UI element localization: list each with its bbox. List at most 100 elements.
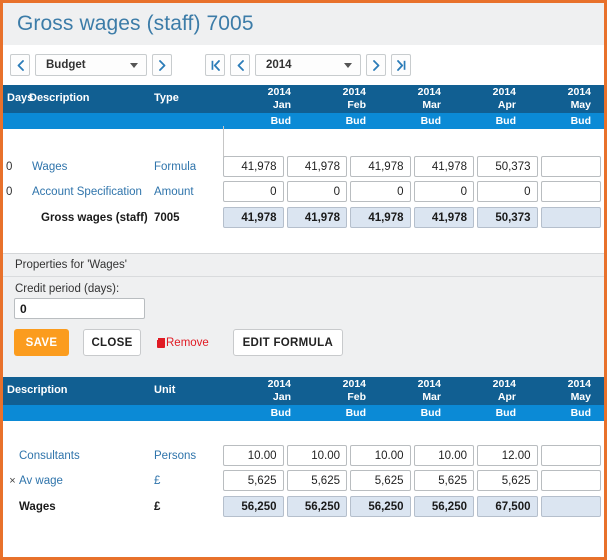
cell-input-0-4[interactable]: 12.00 [477, 445, 538, 466]
panel-gap [3, 363, 604, 377]
table-row: 0 Account Specification Amount 0 0 0 0 0 [3, 179, 604, 204]
formula-grid-header: Description Unit 2014 Jan 2014 Feb 2014 … [3, 377, 604, 405]
table-row-total: Gross wages (staff) 7005 41,978 41,978 4… [3, 204, 604, 231]
chevron-down-icon [130, 62, 138, 68]
cell-total-2-1: 56,250 [286, 496, 347, 517]
period-year: 2014 [492, 378, 516, 390]
period-month: Apr [497, 99, 516, 111]
cell-input-0-2[interactable]: 41,978 [350, 156, 411, 177]
row-description-0[interactable]: Consultants [19, 450, 80, 462]
cell-input-0-1[interactable]: 10.00 [286, 445, 347, 466]
period-year: 2014 [567, 86, 591, 98]
table-row: 0 Wages Formula 41,978 41,978 41,978 41,… [3, 154, 604, 179]
cell-input-1-3[interactable]: 5,625 [413, 470, 474, 491]
year-next-button[interactable] [366, 54, 386, 76]
scenario-next-button[interactable] [152, 54, 172, 76]
row-type-0: Formula [154, 160, 197, 173]
row-label-group-1: × Av wage [3, 475, 150, 487]
period-year: 2014 [342, 378, 366, 390]
cell-input-1-3[interactable]: 0 [413, 181, 474, 202]
row-unit-1: £ [154, 474, 161, 487]
version-label-4: Bud [570, 407, 591, 419]
remove-button[interactable]: Remove [157, 337, 209, 349]
year-first-button[interactable] [205, 54, 225, 76]
cell-input-0-5[interactable] [540, 156, 601, 177]
row-type-2: 7005 [154, 211, 180, 224]
last-page-icon [396, 59, 405, 71]
column-header-type: Type [154, 92, 179, 104]
formula-grid-top-spacer [3, 421, 604, 443]
column-header-period-3: 2014 Apr [448, 85, 523, 112]
trash-icon [157, 337, 165, 348]
cell-input-0-0[interactable]: 41,978 [223, 156, 284, 177]
cell-input-0-2[interactable]: 10.00 [350, 445, 411, 466]
year-select[interactable]: 2014 [255, 54, 361, 76]
row-description-1[interactable]: Account Specification [25, 186, 150, 198]
grid-top-spacer [3, 126, 604, 157]
cell-input-0-5[interactable] [540, 445, 601, 466]
save-button[interactable]: SAVE [14, 329, 69, 356]
scenario-select[interactable]: Budget [35, 54, 147, 76]
cell-input-1-1[interactable]: 5,625 [286, 470, 347, 491]
formula-grid-body: Consultants Persons 10.00 10.00 10.00 10… [3, 421, 604, 520]
year-prev-button[interactable] [230, 54, 250, 76]
cell-total-2-4: 50,373 [477, 207, 538, 228]
cell-input-1-2[interactable]: 0 [350, 181, 411, 202]
period-month: Jan [272, 99, 291, 111]
version-label-3: Bud [495, 407, 516, 419]
cell-input-0-0[interactable]: 10.00 [223, 445, 284, 466]
row-description-2: Wages [19, 500, 56, 513]
row-description-0[interactable]: Wages [25, 161, 150, 173]
table-row-total: Wages £ 56,250 56,250 56,250 56,250 67,5… [3, 493, 604, 520]
row-label-group-2: Wages [3, 501, 150, 513]
cell-input-0-3[interactable]: 10.00 [413, 445, 474, 466]
version-label-0: Bud [270, 407, 291, 419]
year-last-button[interactable] [391, 54, 411, 76]
period-month: May [570, 391, 591, 403]
row-type-1: Amount [154, 185, 194, 198]
version-label-2: Bud [420, 115, 441, 127]
cell-total-2-4: 67,500 [477, 496, 538, 517]
column-header-period-4: 2014 May [523, 85, 598, 112]
grid-top-bottom-spacer [3, 231, 604, 249]
credit-period-input[interactable]: 0 [14, 298, 145, 319]
cell-input-0-4[interactable]: 50,373 [477, 156, 538, 177]
period-month: May [570, 99, 591, 111]
properties-actions: SAVE CLOSE Remove EDIT FORMULA [3, 329, 604, 356]
row-operator-1: × [9, 474, 16, 487]
account-grid-header: Days Description Type 2014 Jan 2014 Feb … [3, 85, 604, 113]
column-header-period-3: 2014 Apr [448, 377, 523, 404]
scenario-prev-button[interactable] [10, 54, 30, 76]
cell-input-0-3[interactable]: 41,978 [413, 156, 474, 177]
page-title: Gross wages (staff) 7005 [17, 12, 254, 35]
column-header-period-2: 2014 Mar [373, 85, 448, 112]
period-year: 2014 [342, 86, 366, 98]
period-month: Mar [422, 391, 441, 403]
application-frame: Gross wages (staff) 7005 Budget 2014 Day… [0, 0, 607, 560]
column-header-days: Days [7, 92, 34, 104]
cell-input-1-5[interactable] [540, 181, 601, 202]
row-description-1[interactable]: Av wage [19, 475, 63, 487]
cell-input-1-1[interactable]: 0 [286, 181, 347, 202]
cell-input-0-1[interactable]: 41,978 [286, 156, 347, 177]
remove-label: Remove [166, 336, 209, 349]
title-bar: Gross wages (staff) 7005 [3, 3, 604, 45]
cell-input-1-0[interactable]: 5,625 [223, 470, 284, 491]
version-label-1: Bud [345, 407, 366, 419]
cell-input-1-4[interactable]: 0 [477, 181, 538, 202]
cell-input-1-4[interactable]: 5,625 [477, 470, 538, 491]
row-days-1: 0 [6, 185, 13, 198]
column-header-description: Description [7, 384, 68, 396]
chevron-down-icon [344, 62, 352, 68]
chevron-right-icon [372, 59, 379, 71]
cell-total-2-3: 56,250 [413, 496, 474, 517]
cell-input-1-5[interactable] [540, 470, 601, 491]
edit-formula-button[interactable]: EDIT FORMULA [232, 329, 343, 356]
cell-total-2-2: 41,978 [350, 207, 411, 228]
close-button[interactable]: CLOSE [83, 329, 141, 356]
row-description-2: Gross wages (staff) [41, 211, 148, 224]
cell-total-2-3: 41,978 [413, 207, 474, 228]
column-header-description: Description [29, 92, 90, 104]
cell-input-1-0[interactable]: 0 [223, 181, 284, 202]
cell-input-1-2[interactable]: 5,625 [350, 470, 411, 491]
